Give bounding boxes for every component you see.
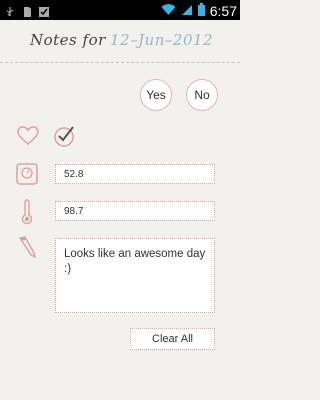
- battery-icon: [197, 1, 205, 20]
- notification-icons: [4, 3, 50, 17]
- usb-icon: [4, 3, 16, 17]
- clock: 6:57: [209, 2, 237, 19]
- weight-field[interactable]: 52.8: [55, 164, 215, 184]
- check-circle-icon[interactable]: [53, 124, 77, 152]
- note-field[interactable]: Looks like an awesome day :): [55, 238, 215, 313]
- header: Notes for 12–Jun–2012: [0, 22, 240, 62]
- checkbox-icon: [38, 3, 50, 17]
- pencil-icon: [17, 236, 37, 262]
- yes-button[interactable]: Yes: [140, 79, 172, 111]
- no-button[interactable]: No: [186, 79, 218, 111]
- temperature-field[interactable]: 98.7: [55, 201, 215, 221]
- sd-card-icon: [21, 3, 33, 17]
- wifi-icon: [161, 1, 176, 20]
- status-bar: 6:57: [0, 0, 240, 20]
- header-divider: [0, 62, 240, 63]
- clear-all-button[interactable]: Clear All: [130, 328, 215, 350]
- page-title: Notes for: [30, 31, 106, 49]
- heart-icon[interactable]: [17, 126, 39, 150]
- scale-icon: [16, 163, 38, 189]
- thermometer-icon: [21, 199, 33, 229]
- signal-icon: [181, 1, 193, 20]
- selected-date[interactable]: 12–Jun–2012: [110, 31, 213, 49]
